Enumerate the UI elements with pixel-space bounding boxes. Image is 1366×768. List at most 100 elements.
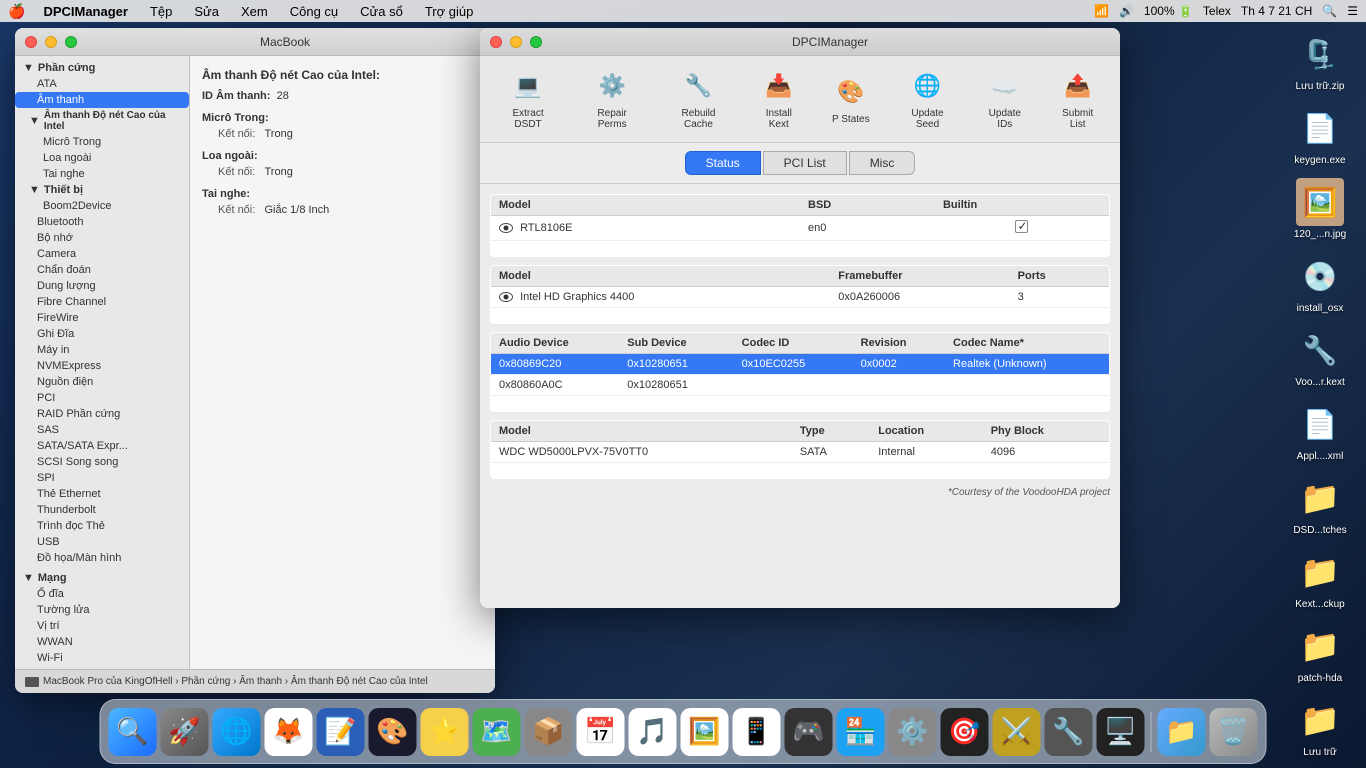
- thiet-bi-arrow-icon: ▼: [29, 184, 40, 196]
- dock-photos[interactable]: 🖼️: [681, 708, 729, 756]
- dpci-titlebar: DPCIManager: [480, 28, 1120, 56]
- desktop-icon-voodoo-kext[interactable]: 🔧 Voo...r.kext: [1284, 326, 1356, 388]
- dpci-maximize-button[interactable]: [530, 36, 542, 48]
- spotlight-icon[interactable]: 🔍: [1322, 4, 1337, 18]
- sidebar-subsection-intel-audio[interactable]: ▼ Âm thanh Độ nét Cao của Intel: [15, 108, 189, 134]
- close-button[interactable]: [25, 36, 37, 48]
- dock-chrome[interactable]: 🦊: [265, 708, 313, 756]
- dock-iphone[interactable]: 📱: [733, 708, 781, 756]
- install-kext-button[interactable]: 📥 Install Kext: [747, 64, 811, 134]
- app-name-menu[interactable]: DPCIManager: [39, 4, 132, 19]
- sidebar-item-may-in[interactable]: Máy in: [15, 342, 189, 358]
- desktop-icon-kext-folder[interactable]: 📁 Kext...ckup: [1284, 548, 1356, 610]
- sidebar-item-bo-nho[interactable]: Bộ nhớ: [15, 230, 189, 246]
- dock-istat[interactable]: 🎯: [941, 708, 989, 756]
- sidebar-item-pci[interactable]: PCI: [15, 390, 189, 406]
- notification-icon[interactable]: ☰: [1347, 4, 1358, 18]
- update-seed-button[interactable]: 🌐 Update Seed: [891, 64, 964, 134]
- window-menu[interactable]: Cửa sổ: [356, 4, 407, 19]
- tab-status[interactable]: Status: [685, 151, 761, 175]
- sidebar-item-vi-tri[interactable]: Vị trí: [15, 618, 189, 634]
- sidebar-item-thunderbolt[interactable]: Thunderbolt: [15, 502, 189, 518]
- dock-finder-folder[interactable]: 📁: [1158, 708, 1206, 756]
- sidebar-item-bluetooth[interactable]: Bluetooth: [15, 214, 189, 230]
- maximize-button[interactable]: [65, 36, 77, 48]
- sidebar-item-scsi[interactable]: SCSI Song song: [15, 454, 189, 470]
- sidebar-item-ghi-dia[interactable]: Ghi Đĩa: [15, 326, 189, 342]
- dock-archive[interactable]: 📦: [525, 708, 573, 756]
- sidebar-item-firewire[interactable]: FireWire: [15, 310, 189, 326]
- dpci-minimize-button[interactable]: [510, 36, 522, 48]
- submit-list-button[interactable]: 📤 Submit List: [1045, 64, 1110, 134]
- detail-title: Âm thanh Độ nét Cao của Intel:: [202, 68, 483, 82]
- tab-misc[interactable]: Misc: [849, 151, 916, 175]
- help-menu[interactable]: Trợ giúp: [421, 4, 478, 19]
- sidebar-item-ata[interactable]: ATA: [15, 76, 189, 92]
- dock-launchpad[interactable]: 🚀: [161, 708, 209, 756]
- dock-finder[interactable]: 🔍: [109, 708, 157, 756]
- dock-sticky[interactable]: ⭐: [421, 708, 469, 756]
- sidebar-item-tai-nghe[interactable]: Tai nghe: [15, 166, 189, 182]
- dock-itunes[interactable]: 🎵: [629, 708, 677, 756]
- sidebar-item-sata[interactable]: SATA/SATA Expr...: [15, 438, 189, 454]
- extract-dsdt-button[interactable]: 💻 Extract DSDT: [490, 64, 566, 134]
- dock-word[interactable]: 📝: [317, 708, 365, 756]
- desktop-icon-patch-hda[interactable]: 📁 patch-hda: [1284, 622, 1356, 684]
- desktop-icon-keygen[interactable]: 📄 keygen.exe: [1284, 104, 1356, 166]
- edit-menu[interactable]: Sửa: [190, 4, 223, 19]
- update-ids-button[interactable]: ☁️ Update IDs: [972, 64, 1037, 134]
- dock-safari[interactable]: 🌐: [213, 708, 261, 756]
- dock-sword[interactable]: ⚔️: [993, 708, 1041, 756]
- sidebar-item-nguon-dien[interactable]: Nguồn điện: [15, 374, 189, 390]
- apple-menu[interactable]: 🍎: [8, 3, 25, 20]
- sidebar-section-hardware[interactable]: ▼ Phần cứng: [15, 56, 189, 76]
- dock-prefs[interactable]: ⚙️: [889, 708, 937, 756]
- sidebar-item-dung-luong[interactable]: Dung lượng: [15, 278, 189, 294]
- sidebar-item-loa-ngoai[interactable]: Loa ngoài: [15, 150, 189, 166]
- sidebar-item-wwan[interactable]: WWAN: [15, 634, 189, 650]
- desktop-icon-install-osx[interactable]: 💿 install_osx: [1284, 252, 1356, 314]
- sidebar-item-chan-doan[interactable]: Chẩn đoán: [15, 262, 189, 278]
- minimize-button[interactable]: [45, 36, 57, 48]
- sidebar-item-nvme[interactable]: NVMExpress: [15, 358, 189, 374]
- desktop-icon-zip[interactable]: 🗜️ Lưu trữ.zip: [1284, 30, 1356, 92]
- dock-trash[interactable]: 🗑️: [1210, 708, 1258, 756]
- sidebar-item-do-hoa[interactable]: Đồ họa/Màn hình: [15, 550, 189, 566]
- dock-tool2[interactable]: 🔧: [1045, 708, 1093, 756]
- sidebar-item-fibre[interactable]: Fibre Channel: [15, 294, 189, 310]
- dock-photoshop[interactable]: 🎨: [369, 708, 417, 756]
- repair-perms-button[interactable]: ⚙️ Repair Perms: [574, 64, 650, 134]
- dock-monitor[interactable]: 🖥️: [1097, 708, 1145, 756]
- dock-calendar[interactable]: 📅: [577, 708, 625, 756]
- dpci-close-button[interactable]: [490, 36, 502, 48]
- tools-menu[interactable]: Công cụ: [286, 4, 342, 19]
- sidebar-item-am-thanh[interactable]: Âm thanh: [15, 92, 189, 108]
- rebuild-cache-button[interactable]: 🔧 Rebuild Cache: [658, 64, 739, 134]
- sidebar-item-spi[interactable]: SPI: [15, 470, 189, 486]
- file-menu[interactable]: Tệp: [146, 4, 176, 19]
- network-col-model: Model: [491, 195, 801, 216]
- sidebar-item-o-dia[interactable]: Ổ đĩa: [15, 586, 189, 602]
- sidebar-item-raid[interactable]: RAID Phần cứng: [15, 406, 189, 422]
- desktop-icon-appl-xml[interactable]: 📄 Appl....xml: [1284, 400, 1356, 462]
- sidebar-item-boom2device[interactable]: Boom2Device: [15, 198, 189, 214]
- sidebar-section-mang[interactable]: ▼ Mạng: [15, 566, 189, 586]
- sidebar-item-micro-trong[interactable]: Micrô Trong: [15, 134, 189, 150]
- sidebar-item-sas[interactable]: SAS: [15, 422, 189, 438]
- desktop-icon-dsd-folder[interactable]: 📁 DSD...tches: [1284, 474, 1356, 536]
- sidebar-item-camera[interactable]: Camera: [15, 246, 189, 262]
- sidebar-item-the-ethernet[interactable]: Thẻ Ethernet: [15, 486, 189, 502]
- desktop-icon-jpg[interactable]: 🖼️ 120_...n.jpg: [1284, 178, 1356, 240]
- sidebar-item-wifi[interactable]: Wi-Fi: [15, 650, 189, 666]
- view-menu[interactable]: Xem: [237, 4, 272, 19]
- p-states-button[interactable]: 🎨 P States: [819, 70, 883, 129]
- dock-game[interactable]: 🎮: [785, 708, 833, 756]
- sidebar-item-trinh-doc-the[interactable]: Trình đọc Thẻ: [15, 518, 189, 534]
- dock-maps[interactable]: 🗺️: [473, 708, 521, 756]
- dock-appstore[interactable]: 🏪: [837, 708, 885, 756]
- sidebar-item-usb[interactable]: USB: [15, 534, 189, 550]
- sidebar-subsection-thiet-bi[interactable]: ▼ Thiết bị: [15, 182, 189, 198]
- sidebar-item-tuong-lua[interactable]: Tường lửa: [15, 602, 189, 618]
- tab-pci-list[interactable]: PCI List: [763, 151, 847, 175]
- desktop-icon-luu-tru[interactable]: 📁 Lưu trữ: [1284, 696, 1356, 758]
